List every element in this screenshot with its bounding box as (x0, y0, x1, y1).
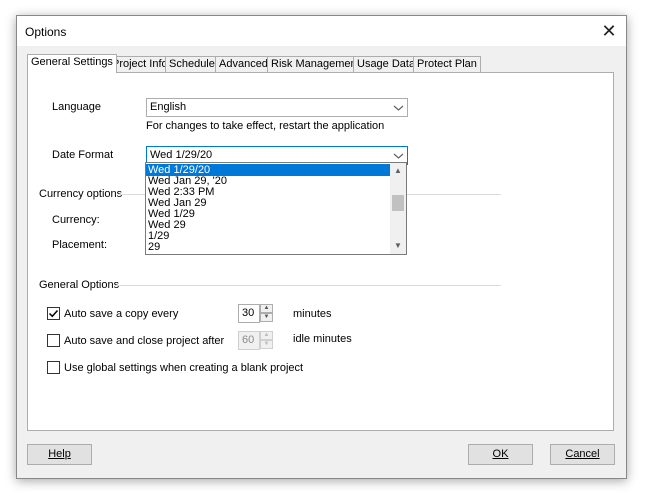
autoclose-checkbox[interactable] (47, 334, 60, 347)
autosave-minutes-input[interactable]: 30 (238, 304, 260, 323)
tab-project-info[interactable]: Project Info (108, 56, 172, 72)
list-scrollbar[interactable]: ▲ ▼ (390, 163, 406, 254)
language-combobox[interactable]: English (146, 98, 408, 117)
cancel-button-label: Cancel (565, 448, 600, 460)
ok-button[interactable]: OK (468, 444, 533, 465)
language-value: English (150, 101, 187, 113)
spin-up-icon[interactable]: ▲ (260, 304, 273, 313)
general-options-separator (116, 285, 501, 286)
tab-protect-plan[interactable]: Protect Plan (413, 56, 481, 72)
language-label: Language (52, 101, 101, 113)
tab-schedule[interactable]: Schedule (165, 56, 219, 72)
autosave-unit: minutes (293, 308, 332, 320)
global-settings-checkbox[interactable] (47, 361, 60, 374)
autosave-minutes-spinner[interactable]: 30 ▲ ▼ (238, 304, 273, 323)
tab-usage-data[interactable]: Usage Data (353, 56, 420, 72)
tab-advanced[interactable]: Advanced (215, 56, 272, 72)
options-dialog: Options ✕ General Settings Project Info … (16, 15, 627, 479)
list-item[interactable]: 29 (146, 241, 391, 253)
autoclose-minutes-input[interactable]: 60 (238, 331, 260, 350)
help-button[interactable]: Help (27, 444, 92, 465)
general-options-section-title: General Options (39, 279, 120, 291)
chevron-down-icon (393, 105, 404, 111)
currency-label: Currency: (52, 214, 100, 226)
tab-general-settings[interactable]: General Settings (27, 54, 117, 73)
spin-up-icon[interactable]: ▲ (260, 331, 273, 340)
date-format-dropdown-list[interactable]: Wed 1/29/20 Wed Jan 29, '20 Wed 2:33 PM … (145, 162, 407, 255)
global-settings-label: Use global settings when creating a blan… (64, 362, 304, 374)
currency-section-title: Currency options (39, 188, 123, 200)
date-format-value: Wed 1/29/20 (150, 149, 213, 161)
title-bar: Options ✕ (17, 16, 626, 46)
spin-down-icon[interactable]: ▼ (260, 313, 273, 322)
dialog-title: Options (25, 25, 67, 39)
autosave-checkbox[interactable] (47, 307, 60, 320)
spin-down-icon[interactable]: ▼ (260, 340, 273, 349)
autoclose-minutes-spinner[interactable]: 60 ▲ ▼ (238, 331, 273, 350)
checkmark-icon (48, 309, 59, 318)
scroll-up-icon[interactable]: ▲ (390, 163, 406, 179)
date-format-label: Date Format (52, 149, 114, 161)
scrollbar-thumb[interactable] (392, 195, 404, 211)
placement-label: Placement: (52, 239, 108, 251)
close-icon[interactable]: ✕ (597, 19, 621, 43)
scroll-down-icon[interactable]: ▼ (390, 238, 406, 254)
language-note: For changes to take effect, restart the … (146, 120, 385, 132)
autosave-label: Auto save a copy every (64, 308, 179, 320)
autoclose-unit: idle minutes (293, 333, 352, 345)
autoclose-label: Auto save and close project after (64, 335, 225, 347)
cancel-button[interactable]: Cancel (550, 444, 615, 465)
help-button-label: Help (48, 448, 71, 460)
ok-button-label: OK (492, 448, 509, 460)
tab-risk-management[interactable]: Risk Management (267, 56, 364, 72)
